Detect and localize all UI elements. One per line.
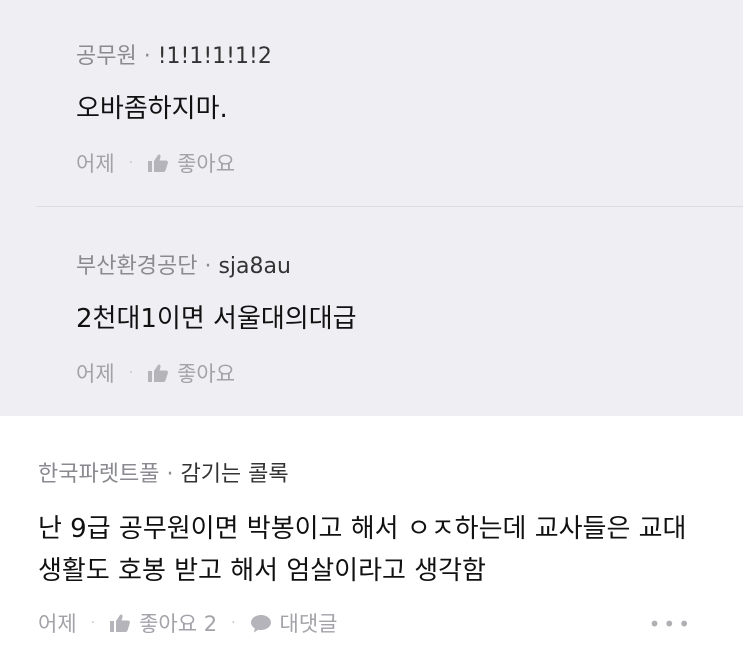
reply-thread: 공무원 · !1!1!1!1!2 오바좀하지마. 어제 · 좋아요 부산환경공단… [0, 0, 743, 416]
action-separator: · [231, 615, 236, 631]
more-icon[interactable]: ••• [649, 612, 693, 636]
speech-bubble-icon [250, 615, 271, 633]
like-button[interactable]: 좋아요 [147, 148, 235, 178]
reply-actions: 어제 · 좋아요 [76, 148, 235, 178]
action-separator: · [128, 155, 134, 171]
action-separator: · [128, 365, 134, 381]
like-button[interactable]: 좋아요 [147, 358, 235, 388]
meta-separator: · [204, 254, 212, 279]
author-nickname: 감기는 콜록 [180, 462, 289, 487]
reply-label: 대댓글 [279, 612, 338, 636]
like-button[interactable]: 좋아요 2 [109, 608, 217, 638]
comment-text-line-2: 생활도 호봉 받고 해서 엄살이라고 생각함 [38, 556, 486, 586]
comment-actions: 어제 · 좋아요 2 · 대댓글 [38, 608, 338, 638]
like-label: 좋아요 [177, 152, 236, 176]
reply-author[interactable]: 부산환경공단 · sja8au [76, 248, 291, 280]
timestamp: 어제 [76, 362, 115, 386]
author-affiliation: 공무원 [76, 44, 137, 69]
author-nickname: !1!1!1!1!2 [157, 44, 272, 69]
thumbs-up-icon [148, 154, 169, 172]
reply-item: 공무원 · !1!1!1!1!2 오바좀하지마. 어제 · 좋아요 [0, 0, 743, 207]
like-label: 좋아요 2 [139, 612, 218, 636]
action-separator: · [90, 615, 96, 631]
reply-actions: 어제 · 좋아요 [76, 358, 235, 388]
reply-item: 부산환경공단 · sja8au 2천대1이면 서울대의대급 어제 · 좋아요 [0, 207, 743, 416]
comment-item: 한국파렛트풀 · 감기는 콜록 난 9급 공무원이면 박봉이고 해서 ㅇㅈ하는데… [0, 416, 743, 655]
thumbs-up-icon [148, 364, 169, 382]
reply-text: 오바좀하지마. [76, 94, 228, 124]
author-affiliation: 부산환경공단 [76, 254, 198, 279]
reply-author[interactable]: 공무원 · !1!1!1!1!2 [76, 38, 272, 70]
meta-separator: · [143, 44, 151, 69]
thumbs-up-icon [110, 614, 131, 632]
like-label: 좋아요 [177, 362, 236, 386]
reply-text: 2천대1이면 서울대의대급 [76, 304, 357, 334]
meta-separator: · [166, 462, 174, 487]
comment-text-line-1: 난 9급 공무원이면 박봉이고 해서 ㅇㅈ하는데 교사들은 교대 [38, 514, 687, 544]
timestamp: 어제 [38, 612, 77, 636]
comment-author[interactable]: 한국파렛트풀 · 감기는 콜록 [38, 456, 289, 488]
reply-button[interactable]: 대댓글 [250, 608, 338, 638]
timestamp: 어제 [76, 152, 115, 176]
author-nickname: sja8au [218, 254, 291, 279]
author-affiliation: 한국파렛트풀 [38, 462, 160, 487]
